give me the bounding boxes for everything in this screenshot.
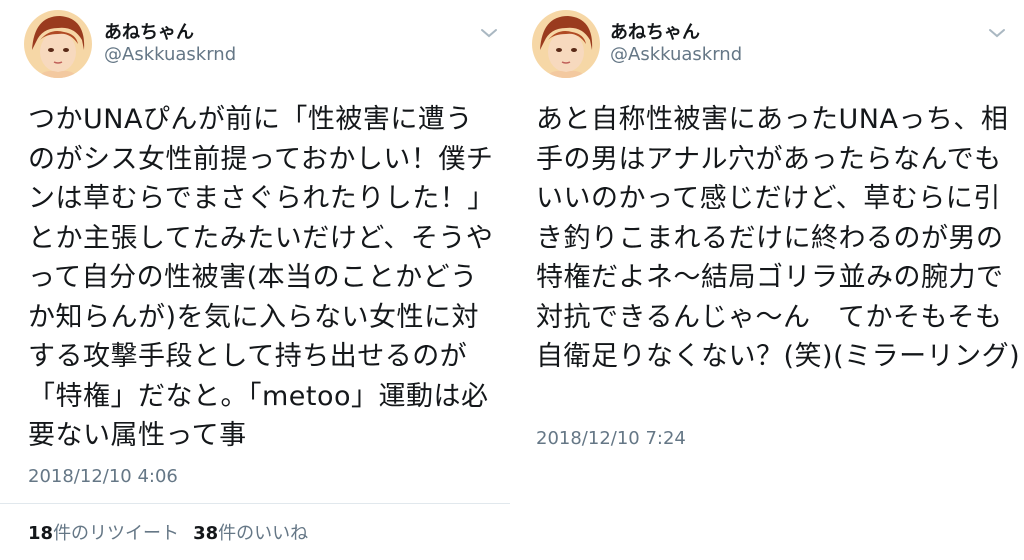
tweet-timestamp[interactable]: 2018/12/10 4:06 (28, 466, 178, 487)
likes-label: 件のいいね (218, 523, 309, 544)
tweet-text: つかUNAぴんが前に「性被害に遭うのがシス女性前提っておかしい！僕チンは草むらで… (28, 104, 494, 451)
chevron-down-icon[interactable] (478, 26, 500, 40)
likes-count: 38 (193, 523, 219, 544)
retweets-label: 件のリツイート (53, 523, 180, 544)
user-handle[interactable]: @Askkuaskrnd (610, 44, 742, 65)
tweet-card-right: あねちゃん @Askkuaskrnd あと自称性被害にあったUNAっち、相手の男… (518, 0, 1024, 560)
panel-gap (510, 0, 518, 560)
tweet-timestamp[interactable]: 2018/12/10 7:24 (536, 428, 686, 449)
divider (0, 503, 510, 504)
avatar[interactable] (24, 10, 92, 78)
tweet-text: あと自称性被害にあったUNAっち、相手の男はアナル穴があったらなんでもいいのかっ… (536, 104, 1021, 372)
chevron-down-icon[interactable] (986, 26, 1008, 40)
retweets-stat[interactable]: 18件のリツイート (28, 519, 179, 545)
likes-stat[interactable]: 38件のいいね (193, 519, 308, 545)
retweets-count: 18 (28, 523, 54, 544)
tweet-card-left: あねちゃん @Askkuaskrnd つかUNAぴんが前に「性被害に遭うのがシス… (0, 0, 510, 560)
avatar[interactable] (532, 10, 600, 78)
tweet-stats: 18件のリツイート 38件のいいね (28, 519, 308, 545)
display-name[interactable]: あねちゃん (610, 18, 700, 44)
user-handle[interactable]: @Askkuaskrnd (104, 44, 236, 65)
display-name[interactable]: あねちゃん (104, 18, 194, 44)
